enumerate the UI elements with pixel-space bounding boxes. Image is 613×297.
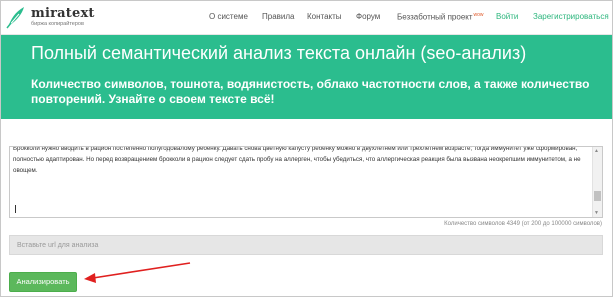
nav-item-carefree-label: Беззаботный проект	[397, 12, 473, 22]
wow-badge: wow	[473, 12, 484, 18]
text-cursor	[15, 205, 16, 213]
page-title: Полный семантический анализ текста онлай…	[31, 43, 527, 63]
text-input-content: Брокколи нужно вводить в рацион постепен…	[13, 146, 581, 174]
hero-banner: Полный семантический анализ текста онлай…	[1, 35, 612, 119]
nav-item-forum[interactable]: Форум	[356, 12, 380, 21]
textarea-scrollbar[interactable]: ▲ ▼	[592, 147, 602, 217]
nav-item-about[interactable]: О системе	[209, 12, 248, 21]
nav-item-register[interactable]: Зарегистрироваться	[533, 12, 609, 21]
site-logo[interactable]: miratext биржа копирайтеров	[5, 4, 95, 32]
analyze-button[interactable]: Анализировать	[9, 272, 77, 292]
text-input-area[interactable]: Брокколи нужно вводить в рацион постепен…	[9, 146, 603, 218]
url-input[interactable]: Вставьте url для анализа	[9, 235, 603, 255]
nav-item-contacts[interactable]: Контакты	[307, 12, 342, 21]
scrollbar-thumb[interactable]	[594, 191, 601, 201]
scroll-up-arrow-icon[interactable]: ▲	[594, 148, 599, 154]
nav-item-carefree-project[interactable]: Беззаботный проектwow	[397, 12, 484, 22]
logo-tagline: биржа копирайтеров	[31, 21, 84, 27]
page-frame: miratext биржа копирайтеров О системе Пр…	[0, 0, 613, 297]
scroll-down-arrow-icon[interactable]: ▼	[594, 210, 599, 216]
character-counter: Количество символов 4349 (от 200 до 1000…	[444, 221, 602, 227]
logo-name: miratext	[31, 6, 95, 21]
top-navbar: miratext биржа копирайтеров О системе Пр…	[1, 1, 612, 35]
nav-item-rules[interactable]: Правила	[262, 12, 294, 21]
nav-item-login[interactable]: Войти	[496, 12, 518, 21]
feather-logo-icon	[6, 7, 24, 29]
hero-subtitle: Количество символов, тошнота, водянистос…	[31, 77, 590, 106]
